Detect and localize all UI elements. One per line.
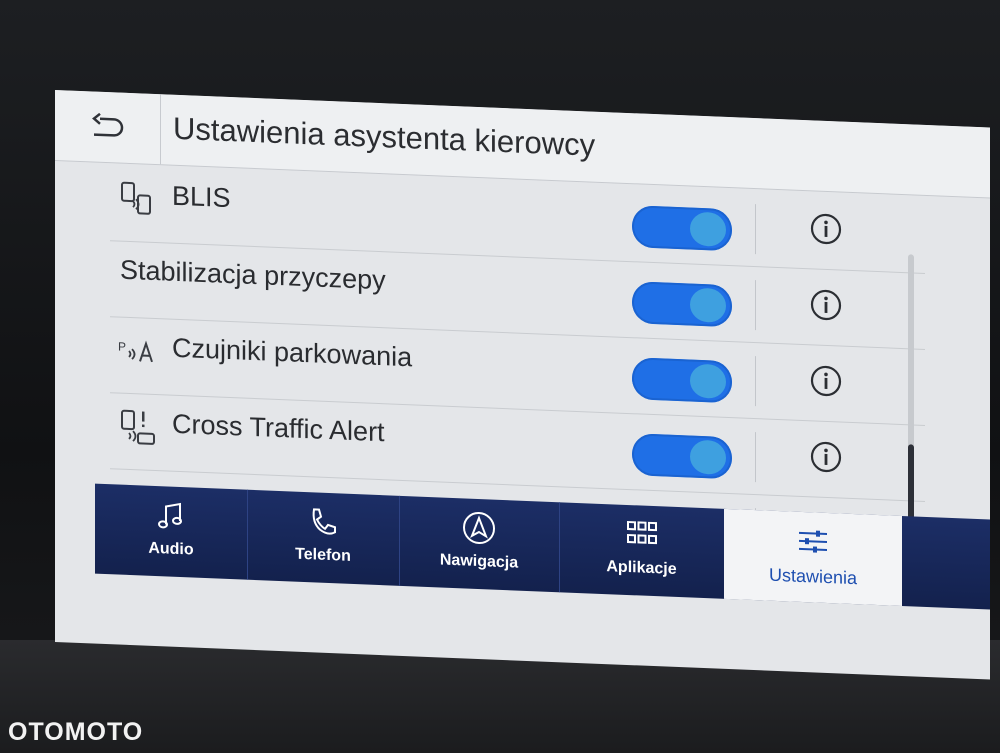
toggle-knob <box>690 439 726 475</box>
cross-traffic-toggle[interactable] <box>632 433 732 480</box>
info-icon[interactable] <box>810 364 842 397</box>
nav-telefon[interactable]: Telefon <box>247 489 400 586</box>
nav-audio[interactable]: Audio <box>95 483 248 580</box>
info-icon[interactable] <box>810 440 842 473</box>
nav-label: Audio <box>148 539 194 559</box>
settings-sliders-icon <box>799 530 827 553</box>
trailer-sway-toggle[interactable] <box>632 281 732 328</box>
divider <box>755 204 756 255</box>
apps-grid-icon <box>626 520 657 545</box>
parking-sensor-icon: P <box>118 340 153 363</box>
divider <box>755 356 756 407</box>
nav-aplikacje[interactable]: Aplikacje <box>559 502 725 599</box>
cross-traffic-icon <box>121 409 155 445</box>
setting-label: Stabilizacja przyczepy <box>120 254 386 296</box>
svg-text:P: P <box>118 340 126 354</box>
blind-spot-icon <box>121 181 151 215</box>
info-icon[interactable] <box>810 288 842 321</box>
infotainment-screen: Ustawienia asystenta kierowcy BLIS Stabi… <box>55 90 990 680</box>
phone-icon <box>312 508 336 535</box>
parking-sensors-toggle[interactable] <box>632 357 732 404</box>
divider <box>755 280 756 331</box>
nav-ustawienia[interactable]: Ustawienia <box>724 508 902 607</box>
nav-label: Aplikacje <box>606 558 677 578</box>
back-button[interactable] <box>55 90 161 165</box>
setting-label: BLIS <box>172 180 231 214</box>
nav-nawigacja[interactable]: Nawigacja <box>399 495 560 593</box>
page-title: Ustawienia asystenta kierowcy <box>173 110 596 163</box>
nav-label: Telefon <box>295 545 351 565</box>
setting-label: Cross Traffic Alert <box>172 408 385 448</box>
toggle-knob <box>690 363 726 399</box>
toggle-knob <box>690 211 726 247</box>
settings-list: BLIS Stabilizacja przyczepy P Czujniki p… <box>55 160 925 578</box>
navigation-arrow-icon <box>463 512 495 545</box>
divider <box>755 432 756 483</box>
nav-label: Nawigacja <box>439 551 519 572</box>
back-arrow-icon <box>91 112 123 137</box>
nav-label: Ustawienia <box>768 564 858 589</box>
music-note-icon <box>158 502 182 529</box>
watermark-logo: OTOMOTO <box>8 718 144 746</box>
info-icon[interactable] <box>810 212 842 245</box>
setting-label: Czujniki parkowania <box>172 332 413 373</box>
blis-toggle[interactable] <box>632 205 732 252</box>
toggle-knob <box>690 287 726 323</box>
